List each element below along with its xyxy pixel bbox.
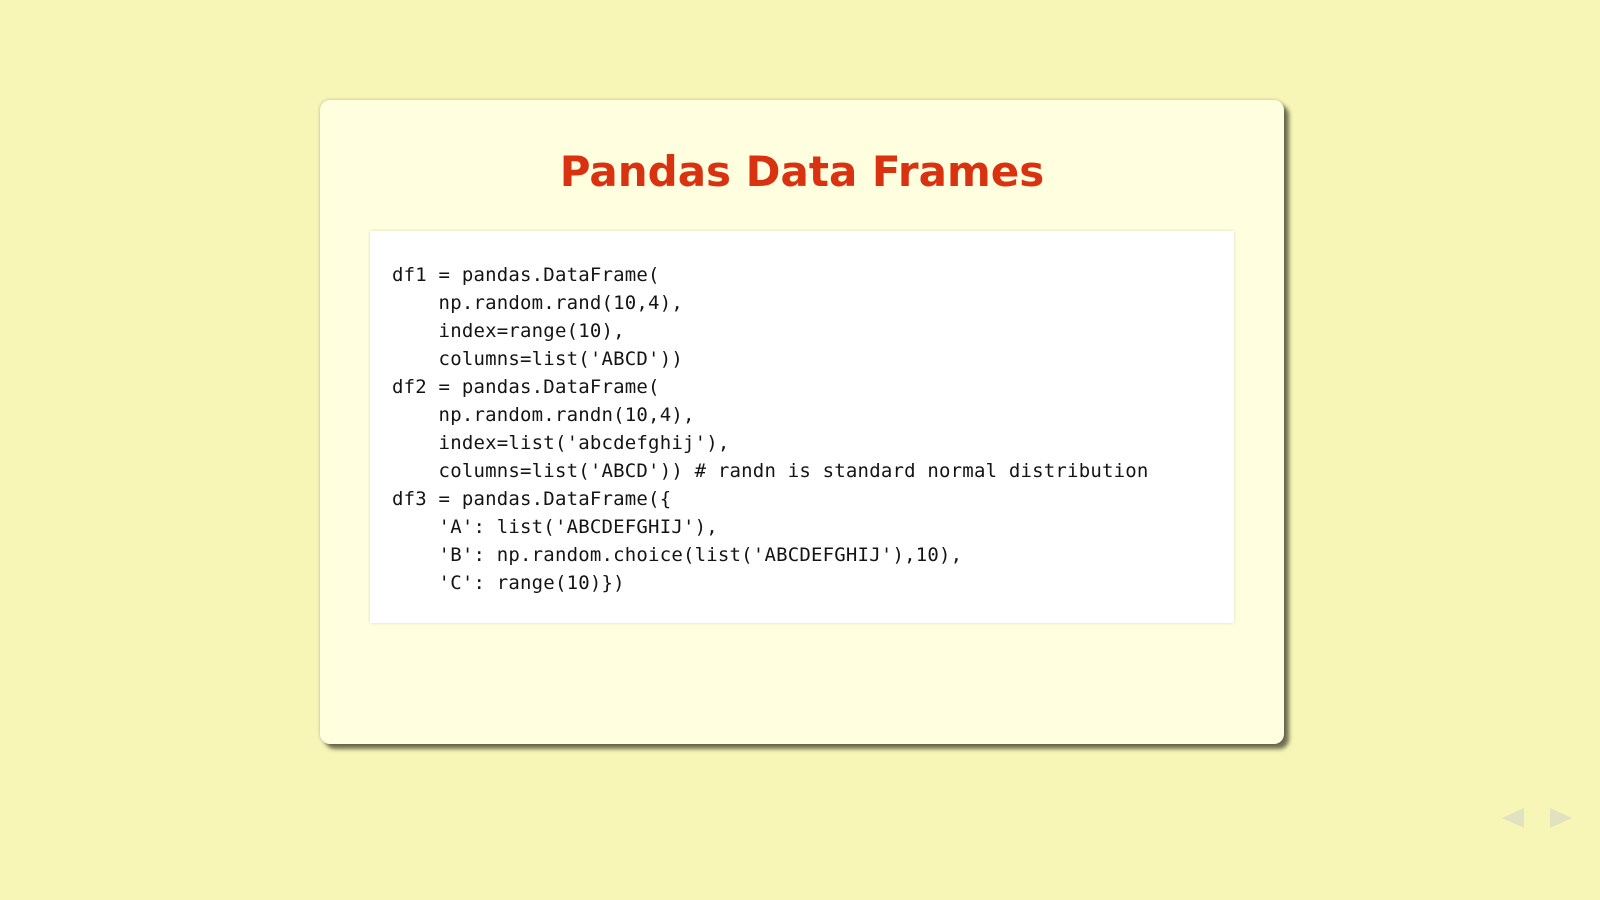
code-line: df2 = pandas.DataFrame( (392, 376, 660, 398)
code-line: columns=list('ABCD')) (392, 348, 683, 370)
triangle-left-icon[interactable] (1502, 808, 1524, 828)
slide-title: Pandas Data Frames (559, 147, 1045, 196)
code-line: index=list('abcdefghij'), (392, 432, 730, 454)
code-line: 'C': range(10)}) (392, 572, 625, 594)
slide-navigation-controls (1488, 788, 1572, 848)
code-line: df1 = pandas.DataFrame( (392, 264, 660, 286)
code-block: df1 = pandas.DataFrame( np.random.rand(1… (370, 231, 1234, 623)
code-line: columns=list('ABCD')) # randn is standar… (392, 460, 1149, 482)
code-line: 'A': list('ABCDEFGHIJ'), (392, 516, 718, 538)
code-line: 'B': np.random.choice(list('ABCDEFGHIJ')… (392, 544, 963, 566)
code-line: df3 = pandas.DataFrame({ (392, 488, 672, 510)
triangle-right-icon[interactable] (1550, 808, 1572, 828)
code-line: index=range(10), (392, 320, 625, 342)
slide: Pandas Data Frames df1 = pandas.DataFram… (320, 100, 1284, 744)
code-line: np.random.randn(10,4), (392, 404, 695, 426)
code-line: np.random.rand(10,4), (392, 292, 683, 314)
